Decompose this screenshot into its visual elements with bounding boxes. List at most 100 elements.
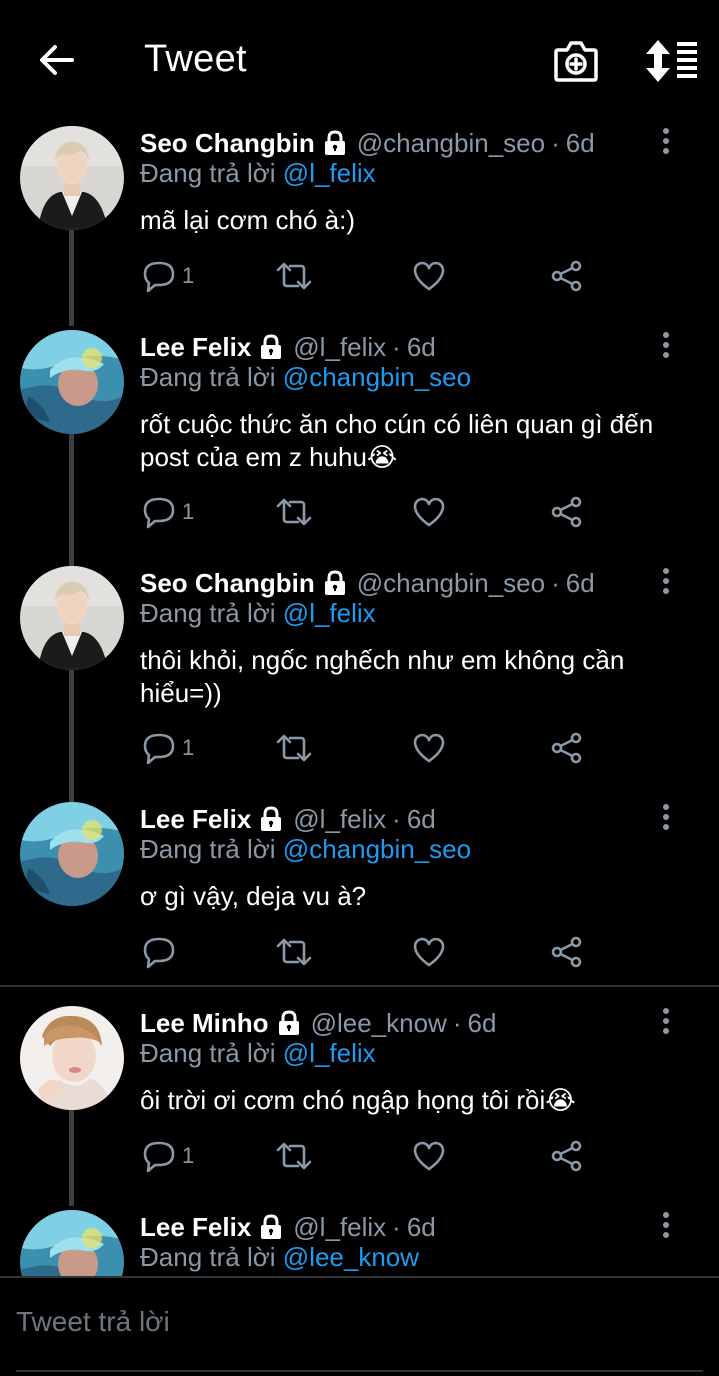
more-options-icon[interactable] — [654, 566, 678, 598]
retweet-button[interactable] — [274, 932, 314, 972]
tweet-text: ôi trời ơi cơm chó ngập họng tôi rồi😭 — [140, 1085, 576, 1115]
lock-icon — [322, 570, 348, 596]
mention-link[interactable]: @changbin_seo — [283, 834, 471, 864]
replying-to: Đang trả lời @l_felix — [140, 1038, 376, 1069]
display-name[interactable]: Seo Changbin — [140, 568, 315, 599]
tweet-item[interactable]: Lee Felix @l_felix · 6d Đang trả lời @ch… — [0, 802, 719, 982]
tweet-actions: 1 — [140, 256, 600, 296]
more-options-icon[interactable] — [654, 1006, 678, 1038]
reply-input[interactable]: Tweet trả lời — [16, 1306, 170, 1338]
heart-icon — [412, 935, 446, 969]
avatar[interactable] — [20, 1210, 124, 1276]
reply-button[interactable] — [142, 932, 182, 972]
avatar[interactable] — [20, 566, 124, 670]
like-button[interactable] — [412, 256, 446, 296]
thread-line — [69, 1110, 74, 1206]
tweet-header: Lee Felix @l_felix · 6d — [140, 1210, 436, 1244]
username: @changbin_seo — [356, 127, 546, 158]
reply-button[interactable]: 1 — [142, 1136, 194, 1176]
share-button[interactable] — [550, 728, 584, 768]
display-name[interactable]: Lee Felix — [140, 332, 251, 363]
reply-count: 1 — [182, 499, 195, 524]
thread-line — [69, 230, 74, 326]
tweet-header: Lee Minho @lee_know · 6d — [140, 1006, 496, 1040]
tweet-item[interactable]: Seo Changbin @changbin_seo · 6d Đang trả… — [0, 126, 719, 326]
tweet-item[interactable]: Seo Changbin @changbin_seo · 6d Đang trả… — [0, 566, 719, 804]
reply-button[interactable]: 1 — [142, 492, 194, 532]
display-name[interactable]: Lee Felix — [140, 1212, 251, 1243]
reply-count: 1 — [182, 263, 195, 288]
share-icon — [550, 259, 584, 293]
share-button[interactable] — [550, 932, 584, 972]
share-icon — [550, 935, 584, 969]
retweet-icon — [274, 1139, 314, 1173]
heart-icon — [412, 495, 446, 529]
share-button[interactable] — [550, 1136, 584, 1176]
mention-link[interactable]: @lee_know — [283, 1242, 419, 1272]
more-options-icon[interactable] — [654, 802, 678, 834]
heart-icon — [412, 1139, 446, 1173]
mention-link[interactable]: @l_felix — [283, 158, 376, 188]
share-button[interactable] — [550, 492, 584, 532]
tweet-actions: 1 — [140, 728, 600, 768]
reply-icon — [142, 495, 176, 529]
more-options-icon[interactable] — [654, 1210, 678, 1242]
tweet-item[interactable]: Lee Felix @l_felix · 6d Đang trả lời @le… — [0, 1210, 719, 1276]
share-icon — [550, 731, 584, 765]
replying-to: Đang trả lời @l_felix — [140, 598, 376, 629]
timestamp: 6d — [406, 1211, 436, 1242]
like-button[interactable] — [412, 728, 446, 768]
reply-icon — [142, 259, 176, 293]
replying-to: Đang trả lời @lee_know — [140, 1242, 419, 1273]
lock-icon — [258, 334, 284, 360]
avatar[interactable] — [20, 802, 124, 906]
replying-to: Đang trả lời @l_felix — [140, 158, 376, 189]
tweet-item[interactable]: Lee Minho @lee_know · 6d Đang trả lời @l… — [0, 1006, 719, 1206]
back-button[interactable] — [34, 38, 78, 82]
reply-button[interactable]: 1 — [142, 728, 194, 768]
mention-link[interactable]: @l_felix — [283, 1038, 376, 1068]
like-button[interactable] — [412, 932, 446, 972]
retweet-button[interactable] — [274, 1136, 314, 1176]
tweet-item[interactable]: Lee Felix @l_felix · 6d Đang trả lời @ch… — [0, 330, 719, 568]
mention-link[interactable]: @changbin_seo — [283, 362, 471, 392]
display-name[interactable]: Seo Changbin — [140, 128, 315, 159]
camera-button[interactable] — [552, 38, 600, 84]
tweet-text: mã lại cơm chó à:) — [140, 205, 355, 235]
retweet-icon — [274, 731, 314, 765]
tweet-header: Seo Changbin @changbin_seo · 6d — [140, 566, 595, 600]
separator-dot: · — [452, 1007, 462, 1038]
replying-to-label: Đang trả lời — [140, 362, 276, 392]
sort-button[interactable] — [644, 38, 700, 84]
more-options-icon[interactable] — [654, 126, 678, 158]
avatar[interactable] — [20, 330, 124, 434]
more-options-icon[interactable] — [654, 330, 678, 362]
tweet-actions: 1 — [140, 1136, 600, 1176]
reply-button[interactable]: 1 — [142, 256, 194, 296]
avatar[interactable] — [20, 126, 124, 230]
retweet-button[interactable] — [274, 492, 314, 532]
lock-icon — [258, 806, 284, 832]
timestamp: 6d — [406, 331, 436, 362]
replying-to-label: Đang trả lời — [140, 1038, 276, 1068]
replying-to: Đang trả lời @changbin_seo — [140, 834, 471, 865]
retweet-button[interactable] — [274, 728, 314, 768]
username: @lee_know — [310, 1007, 447, 1038]
reply-icon — [142, 731, 176, 765]
display-name[interactable]: Lee Minho — [140, 1008, 269, 1039]
tweet-text: thôi khỏi, ngốc nghếch như em không cần … — [140, 645, 625, 708]
display-name[interactable]: Lee Felix — [140, 804, 251, 835]
share-button[interactable] — [550, 256, 584, 296]
share-icon — [550, 1139, 584, 1173]
username: @l_felix — [293, 1211, 387, 1242]
top-bar: Tweet — [0, 0, 719, 120]
reply-count: 1 — [182, 735, 195, 760]
retweet-button[interactable] — [274, 256, 314, 296]
separator-dot: · — [392, 331, 401, 362]
reply-icon — [142, 935, 176, 969]
avatar[interactable] — [20, 1006, 124, 1110]
mention-link[interactable]: @l_felix — [283, 598, 376, 628]
like-button[interactable] — [412, 492, 446, 532]
like-button[interactable] — [412, 1136, 446, 1176]
separator-dot: · — [551, 127, 560, 158]
